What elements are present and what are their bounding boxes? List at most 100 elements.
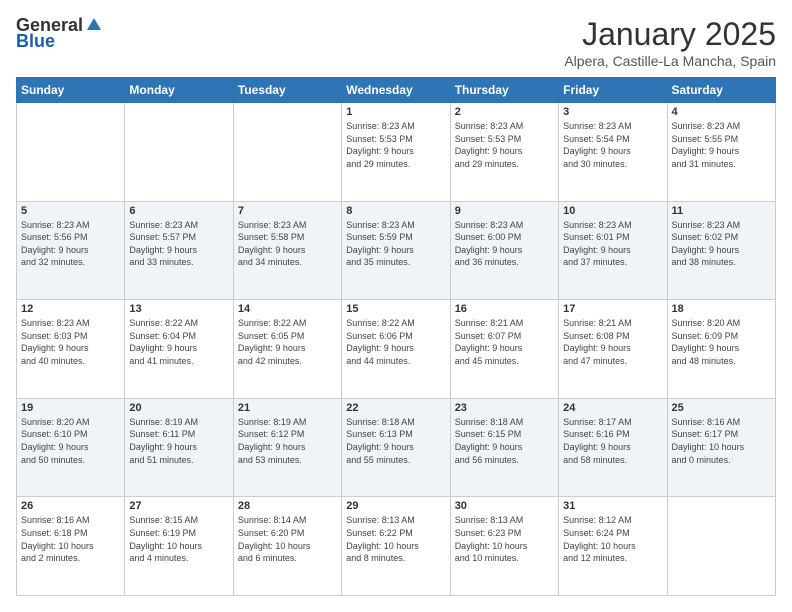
calendar-table: Sunday Monday Tuesday Wednesday Thursday… xyxy=(16,77,776,596)
calendar-cell: 27 Sunrise: 8:15 AMSunset: 6:19 PMDayligh… xyxy=(125,497,233,596)
calendar-cell: 17 Sunrise: 8:21 AMSunset: 6:08 PMDayligh… xyxy=(559,300,667,399)
cell-content: Sunrise: 8:23 AMSunset: 5:56 PMDaylight:… xyxy=(21,219,120,269)
month-title: January 2025 xyxy=(564,16,776,53)
day-number: 20 xyxy=(129,402,228,414)
calendar-cell: 22 Sunrise: 8:18 AMSunset: 6:13 PMDayligh… xyxy=(342,398,450,497)
cell-content: Sunrise: 8:23 AMSunset: 6:01 PMDaylight:… xyxy=(563,219,662,269)
calendar-week-1: 5Sunrise: 8:23 AMSunset: 5:56 PMDaylight… xyxy=(17,201,776,300)
calendar-week-4: 26Sunrise: 8:16 AMSunset: 6:18 PMDayligh… xyxy=(17,497,776,596)
day-number: 23 xyxy=(455,402,554,414)
cell-content: Sunrise: 8:18 AMSunset: 6:15 PMDaylight:… xyxy=(455,416,554,466)
cell-content: Sunrise: 8:23 AMSunset: 6:00 PMDaylight:… xyxy=(455,219,554,269)
col-friday: Friday xyxy=(559,78,667,103)
title-block: January 2025 Alpera, Castille-La Mancha,… xyxy=(564,16,776,69)
cell-content: Sunrise: 8:23 AMSunset: 5:58 PMDaylight:… xyxy=(238,219,337,269)
cell-content: Sunrise: 8:23 AMSunset: 5:57 PMDaylight:… xyxy=(129,219,228,269)
calendar-week-0: 1 Sunrise: 8:23 AMSunset: 5:53 PMDaylight… xyxy=(17,103,776,202)
day-number: 11 xyxy=(672,205,771,217)
col-tuesday: Tuesday xyxy=(233,78,341,103)
col-sunday: Sunday xyxy=(17,78,125,103)
calendar-cell xyxy=(667,497,775,596)
cell-content: Sunrise: 8:16 AMSunset: 6:17 PMDaylight:… xyxy=(672,416,771,466)
calendar-cell: 24 Sunrise: 8:17 AMSunset: 6:16 PMDayligh… xyxy=(559,398,667,497)
day-number: 17 xyxy=(563,303,662,315)
calendar-cell: 15 Sunrise: 8:22 AMSunset: 6:06 PMDayligh… xyxy=(342,300,450,399)
cell-content: Sunrise: 8:19 AMSunset: 6:11 PMDaylight:… xyxy=(129,416,228,466)
page: General Blue January 2025 Alpera, Castil… xyxy=(0,0,792,612)
calendar-cell: 26Sunrise: 8:16 AMSunset: 6:18 PMDayligh… xyxy=(17,497,125,596)
day-number: 3 xyxy=(563,106,662,118)
calendar-cell: 7 Sunrise: 8:23 AMSunset: 5:58 PMDaylight… xyxy=(233,201,341,300)
location: Alpera, Castille-La Mancha, Spain xyxy=(564,53,776,69)
cell-content: Sunrise: 8:21 AMSunset: 6:08 PMDaylight:… xyxy=(563,317,662,367)
day-number: 31 xyxy=(563,500,662,512)
cell-content: Sunrise: 8:19 AMSunset: 6:12 PMDaylight:… xyxy=(238,416,337,466)
day-number: 30 xyxy=(455,500,554,512)
calendar-cell: 21 Sunrise: 8:19 AMSunset: 6:12 PMDayligh… xyxy=(233,398,341,497)
cell-content: Sunrise: 8:23 AMSunset: 6:03 PMDaylight:… xyxy=(21,317,120,367)
cell-content: Sunrise: 8:20 AMSunset: 6:09 PMDaylight:… xyxy=(672,317,771,367)
calendar-cell: 12 Sunrise: 8:23 AMSunset: 6:03 PMDayligh… xyxy=(17,300,125,399)
calendar-cell: 25Sunrise: 8:16 AMSunset: 6:17 PMDayligh… xyxy=(667,398,775,497)
cell-content: Sunrise: 8:23 AMSunset: 6:02 PMDaylight:… xyxy=(672,219,771,269)
calendar-cell: 14 Sunrise: 8:22 AMSunset: 6:05 PMDayligh… xyxy=(233,300,341,399)
day-number: 9 xyxy=(455,205,554,217)
calendar-cell: 4Sunrise: 8:23 AMSunset: 5:55 PMDaylight… xyxy=(667,103,775,202)
calendar-cell: 13Sunrise: 8:22 AMSunset: 6:04 PMDayligh… xyxy=(125,300,233,399)
day-number: 21 xyxy=(238,402,337,414)
day-number: 22 xyxy=(346,402,445,414)
day-number: 10 xyxy=(563,205,662,217)
header: General Blue January 2025 Alpera, Castil… xyxy=(16,16,776,69)
calendar-cell: 5Sunrise: 8:23 AMSunset: 5:56 PMDaylight… xyxy=(17,201,125,300)
calendar-cell: 3Sunrise: 8:23 AMSunset: 5:54 PMDaylight… xyxy=(559,103,667,202)
col-wednesday: Wednesday xyxy=(342,78,450,103)
cell-content: Sunrise: 8:23 AMSunset: 5:53 PMDaylight:… xyxy=(346,120,445,170)
day-number: 19 xyxy=(21,402,120,414)
cell-content: Sunrise: 8:13 AMSunset: 6:23 PMDaylight:… xyxy=(455,514,554,564)
calendar-cell: 11 Sunrise: 8:23 AMSunset: 6:02 PMDayligh… xyxy=(667,201,775,300)
calendar-cell xyxy=(125,103,233,202)
calendar-week-2: 12 Sunrise: 8:23 AMSunset: 6:03 PMDayligh… xyxy=(17,300,776,399)
cell-content: Sunrise: 8:18 AMSunset: 6:13 PMDaylight:… xyxy=(346,416,445,466)
day-number: 7 xyxy=(238,205,337,217)
day-number: 28 xyxy=(238,500,337,512)
calendar-cell: 30 Sunrise: 8:13 AMSunset: 6:23 PMDayligh… xyxy=(450,497,558,596)
logo-icon xyxy=(85,16,103,34)
cell-content: Sunrise: 8:21 AMSunset: 6:07 PMDaylight:… xyxy=(455,317,554,367)
day-number: 27 xyxy=(129,500,228,512)
day-number: 1 xyxy=(346,106,445,118)
cell-content: Sunrise: 8:23 AMSunset: 5:59 PMDaylight:… xyxy=(346,219,445,269)
cell-content: Sunrise: 8:16 AMSunset: 6:18 PMDaylight:… xyxy=(21,514,120,564)
calendar-cell: 1 Sunrise: 8:23 AMSunset: 5:53 PMDaylight… xyxy=(342,103,450,202)
cell-content: Sunrise: 8:22 AMSunset: 6:05 PMDaylight:… xyxy=(238,317,337,367)
day-number: 15 xyxy=(346,303,445,315)
calendar-cell: 29Sunrise: 8:13 AMSunset: 6:22 PMDayligh… xyxy=(342,497,450,596)
calendar-cell xyxy=(17,103,125,202)
logo: General Blue xyxy=(16,16,103,52)
cell-content: Sunrise: 8:23 AMSunset: 5:55 PMDaylight:… xyxy=(672,120,771,170)
calendar-cell: 28Sunrise: 8:14 AMSunset: 6:20 PMDayligh… xyxy=(233,497,341,596)
calendar-cell: 10 Sunrise: 8:23 AMSunset: 6:01 PMDayligh… xyxy=(559,201,667,300)
col-saturday: Saturday xyxy=(667,78,775,103)
cell-content: Sunrise: 8:15 AMSunset: 6:19 PMDaylight:… xyxy=(129,514,228,564)
day-number: 2 xyxy=(455,106,554,118)
calendar-cell: 23 Sunrise: 8:18 AMSunset: 6:15 PMDayligh… xyxy=(450,398,558,497)
cell-content: Sunrise: 8:13 AMSunset: 6:22 PMDaylight:… xyxy=(346,514,445,564)
calendar-cell: 6 Sunrise: 8:23 AMSunset: 5:57 PMDaylight… xyxy=(125,201,233,300)
day-number: 8 xyxy=(346,205,445,217)
day-number: 18 xyxy=(672,303,771,315)
calendar-week-3: 19Sunrise: 8:20 AMSunset: 6:10 PMDayligh… xyxy=(17,398,776,497)
col-thursday: Thursday xyxy=(450,78,558,103)
cell-content: Sunrise: 8:22 AMSunset: 6:06 PMDaylight:… xyxy=(346,317,445,367)
calendar-header-row: Sunday Monday Tuesday Wednesday Thursday… xyxy=(17,78,776,103)
day-number: 16 xyxy=(455,303,554,315)
cell-content: Sunrise: 8:22 AMSunset: 6:04 PMDaylight:… xyxy=(129,317,228,367)
day-number: 14 xyxy=(238,303,337,315)
day-number: 6 xyxy=(129,205,228,217)
cell-content: Sunrise: 8:12 AMSunset: 6:24 PMDaylight:… xyxy=(563,514,662,564)
col-monday: Monday xyxy=(125,78,233,103)
day-number: 12 xyxy=(21,303,120,315)
cell-content: Sunrise: 8:17 AMSunset: 6:16 PMDaylight:… xyxy=(563,416,662,466)
day-number: 24 xyxy=(563,402,662,414)
calendar-cell: 19Sunrise: 8:20 AMSunset: 6:10 PMDayligh… xyxy=(17,398,125,497)
